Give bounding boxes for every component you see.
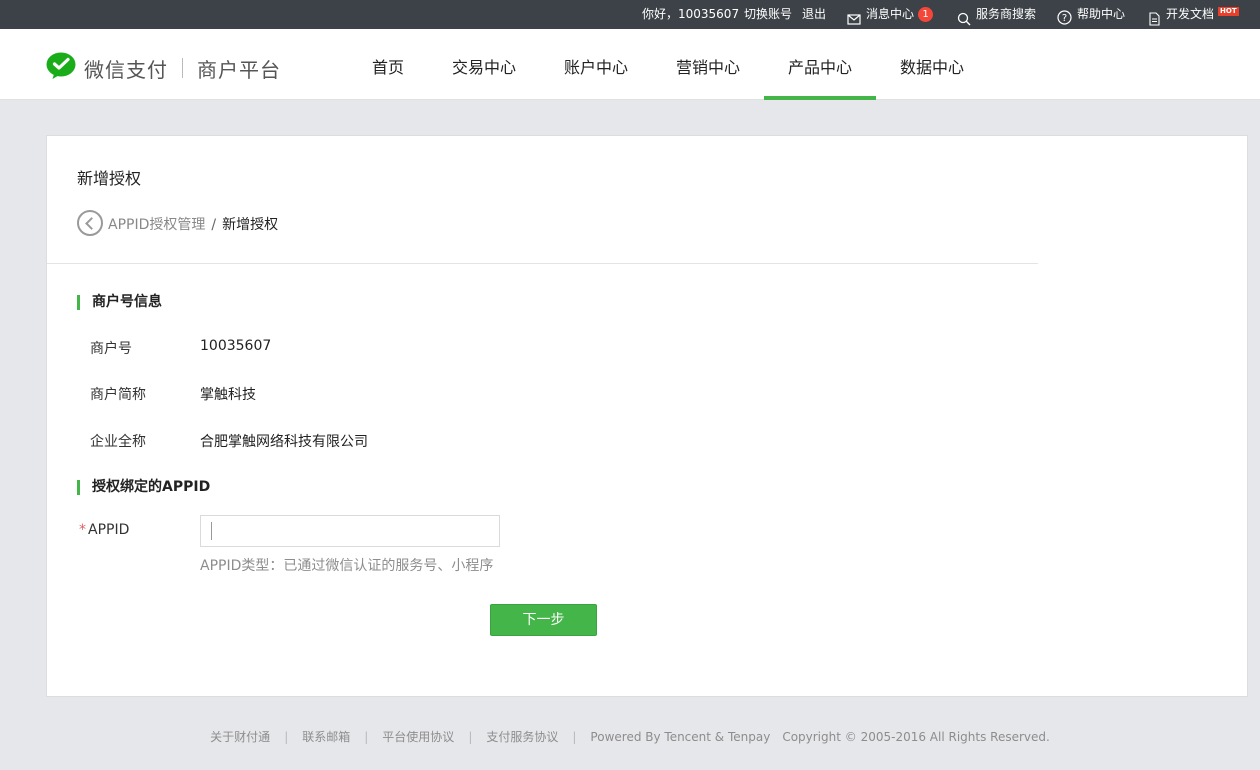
breadcrumb-current: 新增授权 (222, 217, 279, 233)
text-cursor (211, 522, 212, 540)
next-step-button[interactable]: 下一步 (490, 604, 597, 636)
help-icon: ? (1057, 7, 1072, 25)
dev-docs-label: 开发文档 (1166, 7, 1215, 21)
nav-account-center-label: 账户中心 (563, 58, 628, 77)
brand-name: 微信支付 (84, 57, 168, 82)
appid-type-hint: APPID类型：已通过微信认证的服务号、小程序 (200, 558, 494, 574)
company-full-name-label: 企业全称 (90, 434, 146, 450)
appid-input[interactable] (200, 515, 500, 547)
help-center-link[interactable]: ? 帮助中心 (1057, 0, 1125, 29)
footer: 关于财付通 | 联系邮箱 | 平台使用协议 | 支付服务协议 | Powered By Tenc… (0, 728, 1260, 745)
nav-account-center[interactable]: 账户中心 (540, 29, 652, 100)
switch-account-link[interactable]: 切换账号 (744, 0, 792, 29)
switch-account-label: 切换账号 (744, 7, 793, 21)
main-header: 微信支付 商户平台 首页 交易中心 账户中心 营销中心 产品中心 数据中心 (0, 29, 1260, 100)
merchant-info-section-title: 商户号信息 (77, 295, 162, 310)
footer-separator: | (364, 730, 369, 744)
help-center-label: 帮助中心 (1077, 7, 1126, 21)
top-bar: 你好，10035607 切换账号 退出 消息中心 1 服务商搜索 ? 帮助中心 … (0, 0, 1260, 29)
footer-link-contact-email[interactable]: 联系邮箱 (302, 730, 350, 744)
footer-separator: | (468, 730, 473, 744)
merchant-short-name-value: 掌触科技 (200, 387, 256, 403)
nav-data-center-label: 数据中心 (899, 58, 964, 77)
provider-search-label: 服务商搜索 (976, 7, 1037, 21)
merchant-id-label: 商户号 (90, 341, 132, 357)
appid-label-text: APPID (88, 522, 130, 538)
header-divider (47, 263, 1038, 264)
breadcrumb-parent-link[interactable]: APPID授权管理 (108, 217, 205, 233)
wechat-pay-logo-icon (46, 52, 76, 84)
svg-text:?: ? (1062, 13, 1067, 24)
dev-docs-link[interactable]: 开发文档 HOT (1147, 0, 1239, 29)
document-icon (1147, 8, 1161, 26)
appid-section-title: 授权绑定的APPID (77, 480, 210, 495)
footer-powered-by: Powered By Tencent & Tenpay (590, 730, 771, 744)
provider-search-link[interactable]: 服务商搜索 (957, 0, 1036, 29)
footer-copyright: Copyright © 2005-2016 All Rights Reserve… (782, 730, 1050, 744)
appid-field-label: * APPID (79, 522, 129, 538)
nav-home-label: 首页 (371, 58, 404, 77)
back-arrow-icon[interactable] (77, 210, 103, 236)
nav-trade-center[interactable]: 交易中心 (428, 29, 540, 100)
nav-marketing-center-label: 营销中心 (675, 58, 740, 77)
platform-name: 商户平台 (197, 57, 281, 82)
search-icon (957, 8, 971, 25)
logout-label: 退出 (802, 7, 827, 21)
footer-separator: | (284, 730, 289, 744)
logo-divider (182, 58, 183, 78)
footer-link-platform-agreement[interactable]: 平台使用协议 (382, 730, 454, 744)
nav-marketing-center[interactable]: 营销中心 (652, 29, 764, 100)
logout-link[interactable]: 退出 (802, 0, 826, 29)
content-card: 新增授权 APPID授权管理 / 新增授权 商户号信息 商户号 10035607 商… (46, 135, 1248, 697)
required-mark: * (79, 522, 86, 538)
hot-badge: HOT (1218, 7, 1239, 16)
greeting-text: 你好，10035607 (642, 7, 740, 21)
message-center-label: 消息中心 (866, 7, 915, 21)
nav-product-center[interactable]: 产品中心 (764, 29, 876, 100)
merchant-id-value: 10035607 (200, 338, 272, 354)
message-count-badge: 1 (918, 7, 934, 22)
nav-home[interactable]: 首页 (348, 29, 428, 100)
nav-trade-center-label: 交易中心 (451, 58, 516, 77)
company-full-name-value: 合肥掌触网络科技有限公司 (200, 434, 368, 450)
nav-product-center-label: 产品中心 (787, 58, 852, 77)
footer-separator: | (572, 730, 577, 744)
footer-link-payment-agreement[interactable]: 支付服务协议 (486, 730, 558, 744)
merchant-short-name-label: 商户简称 (90, 387, 146, 403)
greeting: 你好，10035607 (642, 0, 739, 29)
page-title: 新增授权 (77, 169, 142, 188)
breadcrumb-separator: / (211, 217, 217, 233)
breadcrumb: APPID授权管理 / 新增授权 (108, 214, 278, 234)
nav-data-center[interactable]: 数据中心 (876, 29, 988, 100)
footer-link-about-tenpay[interactable]: 关于财付通 (210, 730, 270, 744)
logo[interactable]: 微信支付 商户平台 (46, 52, 281, 84)
message-center-link[interactable]: 消息中心 1 (847, 0, 934, 29)
mail-icon (847, 8, 861, 25)
